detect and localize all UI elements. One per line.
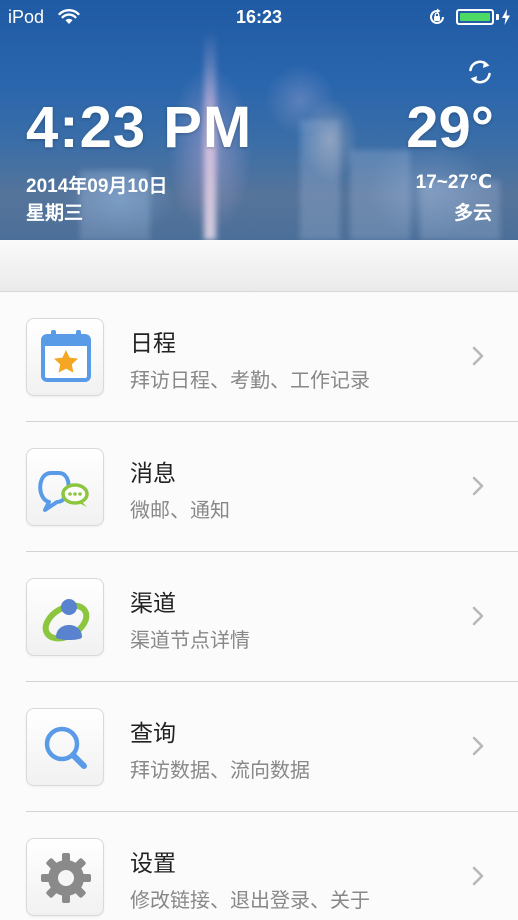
channel-icon [42, 599, 90, 642]
menu-item-subtitle: 微邮、通知 [130, 500, 230, 522]
menu-item-icon-tile [26, 838, 104, 916]
message-icon [38, 471, 89, 512]
gear-icon [41, 853, 91, 903]
temperature-range: 17~27℃ [415, 172, 492, 193]
calendar-icon [41, 330, 91, 382]
chevron-right-icon [472, 476, 484, 496]
menu-item-subtitle: 拜访日程、考勤、工作记录 [130, 370, 370, 392]
weather-header: iPod 16:23 4:23 PM 29° 2014年09月10日 星期三 1… [0, 0, 518, 240]
weather-condition: 多云 [453, 203, 492, 224]
menu-item-channels[interactable]: 渠道 渠道节点详情 [0, 552, 518, 682]
menu-item-settings[interactable]: 设置 修改链接、退出登录、关于 [0, 812, 518, 920]
menu-item-title: 日程 [130, 330, 176, 356]
chevron-right-icon [472, 736, 484, 756]
chevron-right-icon [472, 346, 484, 366]
menu-item-title: 设置 [130, 850, 176, 876]
menu-item-subtitle: 拜访数据、流向数据 [130, 760, 310, 782]
background-building [350, 150, 410, 240]
current-temperature: 29° [406, 95, 494, 160]
menu-item-search[interactable]: 查询 拜访数据、流向数据 [0, 682, 518, 812]
menu-item-title: 查询 [130, 720, 176, 746]
menu-item-icon-tile [26, 448, 104, 526]
menu-item-subtitle: 渠道节点详情 [130, 630, 250, 652]
background-building [300, 120, 340, 240]
menu-item-title: 消息 [130, 460, 176, 486]
menu-item-title: 渠道 [130, 590, 176, 616]
menu-item-icon-tile [26, 318, 104, 396]
chevron-right-icon [472, 606, 484, 626]
charging-icon [502, 9, 510, 25]
chevron-right-icon [472, 866, 484, 886]
main-menu: 日程 拜访日程、考勤、工作记录 消息 微邮、通知 渠道 渠道节点详情 查询 拜访… [0, 292, 518, 920]
menu-item-icon-tile [26, 578, 104, 656]
menu-item-schedule[interactable]: 日程 拜访日程、考勤、工作记录 [0, 292, 518, 422]
menu-item-icon-tile [26, 708, 104, 786]
header-divider-band [0, 240, 518, 292]
clock-time: 4:23 PM [26, 95, 253, 160]
weekday-label: 星期三 [26, 203, 84, 224]
battery-fill [460, 13, 490, 21]
battery-tip [496, 14, 499, 20]
menu-item-subtitle: 修改链接、退出登录、关于 [130, 890, 370, 912]
orientation-lock-icon [430, 8, 444, 24]
battery-icon [456, 9, 494, 25]
menu-item-messages[interactable]: 消息 微邮、通知 [0, 422, 518, 552]
status-bar: iPod 16:23 [0, 0, 518, 34]
search-icon [44, 726, 87, 769]
refresh-icon[interactable] [466, 58, 494, 86]
date-label: 2014年09月10日 [26, 176, 168, 197]
